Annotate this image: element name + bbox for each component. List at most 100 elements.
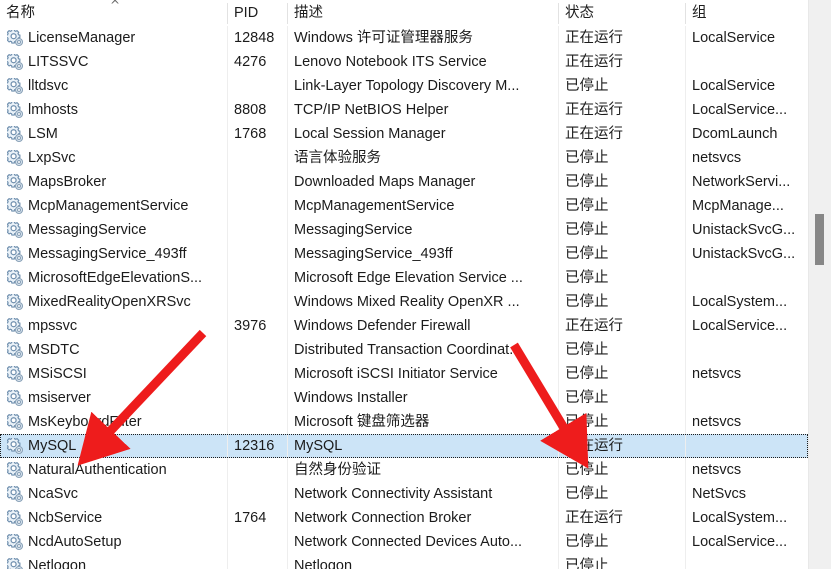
cell-description: MessagingService_493ff (294, 246, 453, 262)
services-list-region[interactable]: 名称 PID 描述 状态 组 ^ LicenseManager 12848 Wind… (0, 0, 809, 569)
column-divider (685, 242, 686, 266)
cell-pid: 12316 (234, 438, 275, 454)
column-divider (227, 386, 228, 410)
cell-pid: 1764 (234, 510, 267, 526)
cell-description: Microsoft iSCSI Initiator Service (294, 366, 498, 382)
table-row[interactable]: lmhosts 8808 TCP/IP NetBIOS Helper 正在运行 Loca… (0, 98, 808, 122)
cell-pid: 3976 (234, 318, 267, 334)
table-row[interactable]: mpssvc 3976 Windows Defender Firewall 正在运行 L… (0, 314, 808, 338)
column-divider (227, 266, 228, 290)
cell-group: netsvcs (692, 414, 742, 430)
table-row[interactable]: LITSSVC 4276 Lenovo Notebook ITS Service 正在… (0, 50, 808, 74)
table-row[interactable]: NaturalAuthentication 自然身份验证 已停止 netsvcs (0, 458, 808, 482)
service-gear-icon (7, 269, 24, 286)
table-row[interactable]: MSiSCSI Microsoft iSCSI Initiator Service… (0, 362, 808, 386)
service-name-label: NaturalAuthentication (28, 462, 167, 478)
cell-pid: 4276 (234, 54, 267, 70)
column-divider (558, 146, 559, 170)
column-divider (287, 98, 288, 122)
column-header-description[interactable]: 描述 (288, 0, 558, 26)
cell-service-name: lltdsvc (0, 74, 227, 98)
column-divider (558, 194, 559, 218)
cell-service-name: NcdAutoSetup (0, 530, 227, 554)
service-gear-icon (7, 533, 24, 550)
table-row[interactable]: MsKeyboardFilter Microsoft 键盘筛选器 已停止 netsvc… (0, 410, 808, 434)
column-divider (287, 266, 288, 290)
table-row[interactable]: Netlogon Netlogon 已停止 (0, 554, 808, 569)
service-gear-icon (7, 197, 24, 214)
cell-service-name: lmhosts (0, 98, 227, 122)
cell-pid (228, 146, 287, 170)
cell-group: netsvcs (692, 366, 742, 382)
cell-description: Windows Mixed Reality OpenXR ... (294, 294, 520, 310)
table-row[interactable]: MessagingService_493ff MessagingService_4… (0, 242, 808, 266)
cell-group: McpManage... (692, 198, 784, 214)
cell-group: UnistackSvcG... (692, 246, 796, 262)
table-row[interactable]: NcdAutoSetup Network Connected Devices Au… (0, 530, 808, 554)
cell-service-name: NcbService (0, 506, 227, 530)
service-name-label: MSiSCSI (28, 366, 87, 382)
column-divider[interactable] (227, 3, 228, 24)
column-divider (558, 314, 559, 338)
service-name-label: MapsBroker (28, 174, 107, 190)
column-divider[interactable] (558, 3, 559, 24)
cell-status: 已停止 (565, 222, 609, 238)
table-row[interactable]: MessagingService MessagingService 已停止 Unist… (0, 218, 808, 242)
service-name-label: msiserver (28, 390, 91, 406)
table-row[interactable]: MixedRealityOpenXRSvc Windows Mixed Reali… (0, 290, 808, 314)
table-row[interactable]: McpManagementService McpManagementService… (0, 194, 808, 218)
service-name-label: MessagingService (28, 222, 147, 238)
service-name-label: lmhosts (28, 102, 78, 118)
column-divider (287, 26, 288, 50)
cell-service-name: MixedRealityOpenXRSvc (0, 290, 227, 314)
column-divider (685, 218, 686, 242)
table-row[interactable]: LicenseManager 12848 Windows 许可证管理器服务 正在运行 L… (0, 26, 808, 50)
table-row[interactable]: msiserver Windows Installer 已停止 (0, 386, 808, 410)
cell-description: Microsoft 键盘筛选器 (294, 414, 430, 430)
column-divider (558, 338, 559, 362)
cell-status: 已停止 (565, 558, 609, 569)
cell-service-name: LITSSVC (0, 50, 227, 74)
service-name-label: mpssvc (28, 318, 78, 334)
column-divider (287, 290, 288, 314)
column-divider (287, 338, 288, 362)
column-divider (558, 98, 559, 122)
cell-status: 正在运行 (565, 126, 623, 142)
column-header-group[interactable]: 组 (686, 0, 808, 26)
cell-status: 已停止 (565, 246, 609, 262)
cell-status: 已停止 (565, 342, 609, 358)
table-row[interactable]: MicrosoftEdgeElevationS... Microsoft Edge… (0, 266, 808, 290)
service-rows[interactable]: LicenseManager 12848 Windows 许可证管理器服务 正在运行 L… (0, 26, 808, 569)
table-row[interactable]: LxpSvc 语言体验服务 已停止 netsvcs (0, 146, 808, 170)
column-divider (287, 242, 288, 266)
table-row[interactable]: MSDTC Distributed Transaction Coordinat..… (0, 338, 808, 362)
table-row[interactable]: MapsBroker Downloaded Maps Manager 已停止 Netw… (0, 170, 808, 194)
service-gear-icon (7, 509, 24, 526)
cell-description: Windows 许可证管理器服务 (294, 30, 473, 46)
service-name-label: NcbService (28, 510, 103, 526)
column-header-pid[interactable]: PID (228, 0, 287, 26)
column-divider[interactable] (287, 3, 288, 24)
scrollbar-thumb[interactable] (815, 214, 824, 265)
column-header-status[interactable]: 状态 (559, 0, 685, 26)
service-gear-icon (7, 437, 24, 454)
cell-group: LocalService (692, 78, 776, 94)
table-row[interactable]: NcbService 1764 Network Connection Broker 正… (0, 506, 808, 530)
cell-description: MySQL (294, 438, 343, 454)
table-row-selected[interactable]: MySQL 12316 MySQL 正在运行 (0, 434, 808, 458)
cell-group (686, 434, 808, 458)
service-name-label: McpManagementService (28, 198, 189, 214)
cell-group: LocalService... (692, 318, 788, 334)
column-divider[interactable] (685, 3, 686, 24)
cell-status: 已停止 (565, 198, 609, 214)
service-name-label: MessagingService_493ff (28, 246, 187, 262)
service-gear-icon (7, 485, 24, 502)
table-row[interactable]: LSM 1768 Local Session Manager 正在运行 DcomLaun… (0, 122, 808, 146)
table-row[interactable]: NcaSvc Network Connectivity Assistant 已停止 N… (0, 482, 808, 506)
column-divider (227, 530, 228, 554)
vertical-scrollbar[interactable] (809, 0, 831, 569)
column-header-row[interactable]: 名称 PID 描述 状态 组 ^ (0, 0, 808, 26)
column-divider (287, 74, 288, 98)
table-row[interactable]: lltdsvc Link-Layer Topology Discovery M..… (0, 74, 808, 98)
column-divider (685, 266, 686, 290)
